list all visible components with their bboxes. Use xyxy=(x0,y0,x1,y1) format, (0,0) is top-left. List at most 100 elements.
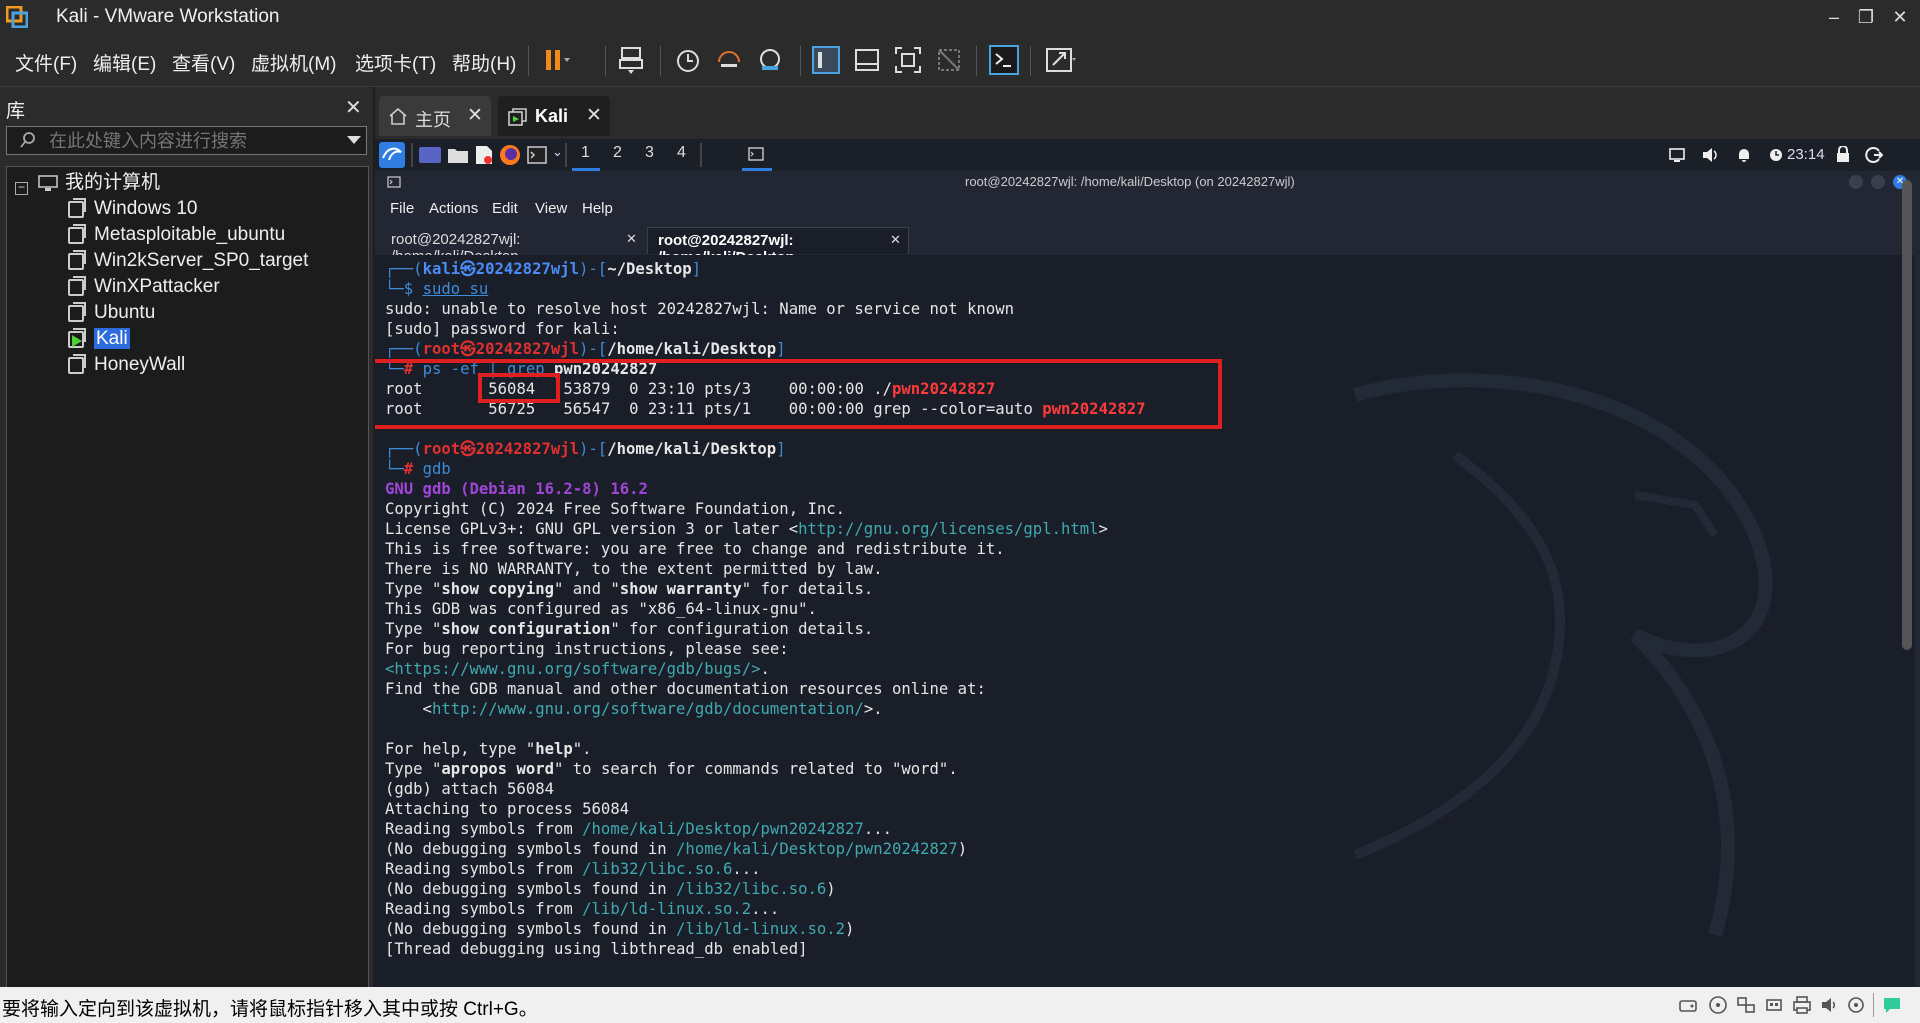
path-text: /home/kali/Desktop/pwn20242827 xyxy=(676,840,958,858)
tab-kali[interactable]: Kali ✕ xyxy=(498,96,610,136)
notification-bell-icon[interactable] xyxy=(1737,147,1751,163)
library-close-icon[interactable]: ✕ xyxy=(345,95,362,120)
running-play-icon xyxy=(72,335,82,347)
snapshot-icon[interactable] xyxy=(672,44,704,76)
gdb-command-line: (gdb) attach 56084 xyxy=(385,780,554,798)
tree-item-honeywall[interactable]: HoneyWall xyxy=(94,352,185,377)
tree-collapse-toggle[interactable]: − xyxy=(15,173,28,198)
tree-item-winxpattacker[interactable]: WinXPattacker xyxy=(94,274,220,299)
tree-item-windows10[interactable]: Windows 10 xyxy=(94,196,198,221)
menu-vm[interactable]: 虚拟机(M) xyxy=(251,49,336,76)
tree-item-kali[interactable]: Kali xyxy=(94,326,130,351)
workspace-1[interactable]: 1 xyxy=(581,144,590,162)
maximize-terminal-button[interactable] xyxy=(1871,175,1885,189)
terminal-menu-view[interactable]: View xyxy=(535,200,567,217)
network-adapter-icon[interactable] xyxy=(1736,995,1756,1015)
workspace-4[interactable]: 4 xyxy=(677,144,686,162)
tree-item-metasploitable[interactable]: Metasploitable_ubuntu xyxy=(94,222,285,247)
kali-menu-icon[interactable] xyxy=(379,142,405,168)
full-screen-icon[interactable] xyxy=(892,44,924,76)
text-segment: (No debugging symbols found in xyxy=(385,840,677,858)
minimize-terminal-button[interactable] xyxy=(1849,175,1863,189)
printer-icon[interactable] xyxy=(1792,995,1812,1015)
workspace-2[interactable]: 2 xyxy=(613,144,622,162)
text-segment: show copying xyxy=(441,580,555,598)
lock-screen-icon[interactable] xyxy=(1836,146,1850,163)
unity-icon[interactable] xyxy=(933,44,965,76)
tree-item-ubuntu[interactable]: Ubuntu xyxy=(94,300,155,325)
vm-icon xyxy=(68,250,86,270)
menu-help[interactable]: 帮助(H) xyxy=(452,49,516,76)
logout-icon[interactable] xyxy=(1865,146,1883,164)
text-editor-icon[interactable] xyxy=(475,145,493,165)
show-library-icon[interactable] xyxy=(810,44,842,76)
terminal-menu-help[interactable]: Help xyxy=(582,200,613,217)
thumbnail-bar-icon[interactable] xyxy=(851,44,883,76)
chevron-down-icon[interactable] xyxy=(347,136,361,146)
cd-dvd-icon[interactable] xyxy=(1708,995,1728,1015)
sound-card-icon[interactable] xyxy=(1820,995,1840,1015)
terminal-tab-1[interactable]: root@20242827wjl: /home/kali/Desktop ✕ xyxy=(383,227,643,265)
console-view-icon[interactable] xyxy=(988,44,1020,76)
taskbar-terminal-item[interactable] xyxy=(742,139,772,171)
file-manager-icon[interactable] xyxy=(447,146,469,164)
display-icon[interactable] xyxy=(1669,148,1685,162)
command-text: sudo su xyxy=(422,280,489,298)
bugs-link[interactable]: <https://www.gnu.org/software/gdb/bugs/> xyxy=(385,660,761,678)
terminal-scrollbar[interactable] xyxy=(1902,180,1912,650)
menu-tabs[interactable]: 选项卡(T) xyxy=(355,49,436,76)
output-line: Copyright (C) 2024 Free Software Foundat… xyxy=(385,500,846,518)
tree-item-kali-label[interactable]: Kali xyxy=(94,328,130,349)
terminal-body[interactable]: ┌──(kali㉿20242827wjl)-[~/Desktop] └─$ su… xyxy=(375,255,1915,987)
terminal-menu-file[interactable]: File xyxy=(390,200,414,217)
text-segment: Reading symbols from xyxy=(385,860,583,878)
toolbar-separator xyxy=(605,46,606,76)
tab-close-icon[interactable]: ✕ xyxy=(467,104,483,127)
firefox-icon[interactable] xyxy=(499,144,521,166)
display-settings-icon[interactable] xyxy=(1846,995,1866,1015)
workspace-3[interactable]: 3 xyxy=(645,144,654,162)
pause-icon[interactable] xyxy=(540,44,572,76)
output-line: Type "show copying" and "show warranty" … xyxy=(385,579,873,599)
close-window-button[interactable]: ✕ xyxy=(1882,4,1918,30)
gpl-link[interactable]: http://gnu.org/licenses/gpl.html xyxy=(798,520,1098,538)
snapshot-manager-icon[interactable] xyxy=(754,44,786,76)
restore-button[interactable]: ❐ xyxy=(1848,4,1884,30)
library-title: 库 xyxy=(6,101,26,122)
text-segment: ) xyxy=(845,920,855,938)
output-line: <https://www.gnu.org/software/gdb/bugs/>… xyxy=(385,659,770,679)
minimize-button[interactable]: – xyxy=(1816,4,1852,30)
terminal-menu-edit[interactable]: Edit xyxy=(492,200,518,217)
message-log-icon[interactable] xyxy=(1882,995,1902,1015)
revert-snapshot-icon[interactable] xyxy=(713,44,745,76)
path-text: /lib/ld-linux.so.2 xyxy=(676,920,846,938)
tab-close-icon[interactable]: ✕ xyxy=(586,104,602,127)
text-segment: (No debugging symbols found in xyxy=(385,880,677,898)
menu-edit[interactable]: 编辑(E) xyxy=(93,49,156,76)
text-segment: . xyxy=(760,660,770,678)
docs-link[interactable]: http://www.gnu.org/software/gdb/document… xyxy=(432,700,864,718)
chevron-down-icon[interactable]: ⌄ xyxy=(552,144,563,160)
terminal-tab-2[interactable]: root@20242827wjl: /home/kali/Desktop ✕ xyxy=(647,227,909,266)
tab-home[interactable]: 主页 ✕ xyxy=(379,96,491,136)
usb-icon[interactable] xyxy=(1764,995,1784,1015)
library-search-box[interactable] xyxy=(6,126,367,155)
terminal-launcher-icon[interactable] xyxy=(527,146,547,164)
hard-disk-icon[interactable] xyxy=(1678,995,1698,1015)
tab-kali-label: Kali xyxy=(535,106,569,126)
show-desktop-icon[interactable] xyxy=(419,147,441,163)
terminal-menu-actions[interactable]: Actions xyxy=(429,200,478,217)
menu-file[interactable]: 文件(F) xyxy=(15,49,77,76)
tree-root-my-computer[interactable]: 我的计算机 xyxy=(65,170,160,195)
terminal-app-icon xyxy=(387,176,401,188)
volume-icon[interactable] xyxy=(1702,147,1720,163)
tree-item-win2kserver[interactable]: Win2kServer_SP0_target xyxy=(94,248,308,273)
panel-clock[interactable]: 23:14 xyxy=(1787,146,1825,163)
send-ctrl-alt-del-icon[interactable] xyxy=(616,44,648,76)
vm-display[interactable]: ⌄ 1 2 3 4 23:14 root@20242827wjl: /home/… xyxy=(375,139,1920,987)
library-search-input[interactable] xyxy=(47,129,341,153)
stretch-guest-icon[interactable] xyxy=(1044,44,1076,76)
menu-view[interactable]: 查看(V) xyxy=(172,49,235,76)
tab-close-icon[interactable]: ✕ xyxy=(626,231,637,247)
tab-close-icon[interactable]: ✕ xyxy=(890,232,901,248)
